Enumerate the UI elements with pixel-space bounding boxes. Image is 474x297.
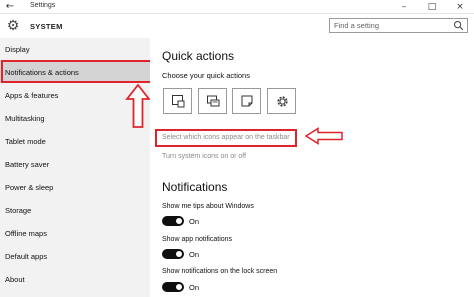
title-bar: ← Settings – □ × [0, 0, 474, 14]
sidebar-item-label: About [5, 275, 25, 284]
maximize-icon[interactable]: □ [418, 0, 446, 14]
app-notifications-toggle-state: On [189, 250, 200, 259]
sidebar-item-display[interactable]: Display [0, 38, 150, 60]
arrow-left-icon[interactable]: ← [4, 1, 16, 13]
quick-action-tile-tablet-mode[interactable] [163, 88, 192, 114]
select-taskbar-icons-link[interactable]: Select which icons appear on the taskbar [162, 134, 290, 141]
sidebar-item-label: Multitasking [5, 114, 45, 123]
tips-toggle-state: On [189, 217, 200, 226]
sidebar-item-label: Battery saver [5, 160, 50, 169]
tablet-mode-icon [172, 95, 185, 108]
selected-item-highlight [1, 60, 152, 83]
sidebar-item-label: Tablet mode [5, 137, 46, 146]
search-placeholder: Find a setting [334, 21, 380, 30]
up-arrow-icon [125, 83, 151, 128]
sidebar-item-label: Apps & features [5, 91, 59, 100]
lock-screen-toggle[interactable] [162, 282, 184, 292]
choose-quick-actions-label: Choose your quick actions [162, 71, 250, 80]
sidebar-item-label: Storage [5, 206, 32, 215]
app-notifications-toggle[interactable] [162, 249, 184, 259]
sidebar-item-tablet-mode[interactable]: Tablet mode [0, 130, 150, 152]
page-title: SYSTEM [30, 22, 63, 31]
note-icon [241, 95, 253, 107]
search-input[interactable]: Find a setting [329, 18, 468, 33]
sidebar-item-label: Offline maps [5, 229, 47, 238]
sidebar-item-storage[interactable]: Storage [0, 199, 150, 221]
sidebar-item-default-apps[interactable]: Default apps [0, 245, 150, 267]
left-arrow-icon [304, 127, 343, 145]
tips-toggle[interactable] [162, 216, 184, 226]
system-icons-link[interactable]: Turn system icons on or off [162, 153, 246, 160]
quick-action-tile-connect[interactable] [198, 88, 227, 114]
lock-screen-toggle-state: On [189, 283, 200, 292]
quick-action-tile-note[interactable] [232, 88, 261, 114]
connect-icon [207, 95, 220, 107]
tips-option-label: Show me tips about Windows [162, 203, 254, 210]
sidebar-item-label: Display [5, 45, 30, 54]
sidebar-item-about[interactable]: About [0, 268, 150, 290]
sidebar-item-offline-maps[interactable]: Offline maps [0, 222, 150, 244]
app-notifications-option-label: Show app notifications [162, 236, 233, 243]
sidebar-item-battery-saver[interactable]: Battery saver [0, 153, 150, 175]
gear-icon: ⚙ [6, 18, 20, 34]
minimize-icon[interactable]: – [390, 0, 418, 14]
lock-screen-option-label: Show notifications on the lock screen [162, 268, 278, 275]
quick-actions-heading: Quick actions [162, 49, 235, 63]
close-icon[interactable]: × [446, 0, 474, 14]
sidebar-item-power-sleep[interactable]: Power & sleep [0, 176, 150, 198]
sidebar-item-label: Default apps [5, 252, 48, 261]
sidebar-item-label: Power & sleep [5, 183, 54, 192]
search-icon[interactable] [453, 20, 464, 31]
window-controls: – □ × [390, 0, 474, 14]
quick-action-tile-settings[interactable] [267, 88, 296, 114]
settings-gear-icon [277, 96, 288, 107]
notifications-heading: Notifications [162, 180, 228, 194]
window-title: Settings [30, 2, 56, 9]
